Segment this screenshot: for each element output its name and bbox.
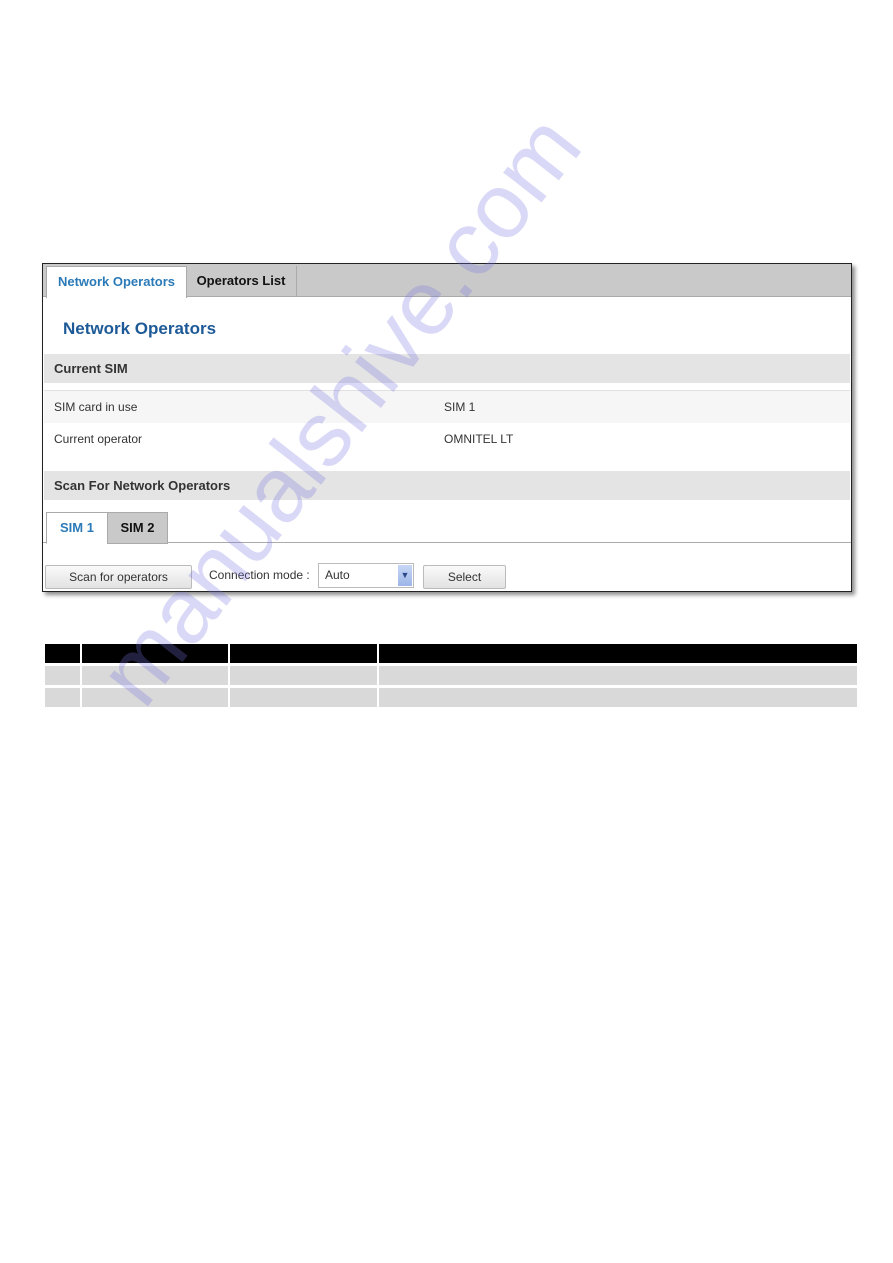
table-row (45, 666, 859, 688)
table-header-cell (230, 644, 379, 666)
page-title: Network Operators (63, 319, 217, 338)
table-cell (45, 666, 82, 688)
current-operator-value: OMNITEL LT (444, 432, 514, 446)
table-cell (82, 666, 230, 688)
table-row (45, 688, 859, 710)
connection-mode-select[interactable]: Auto ▼ (318, 563, 414, 588)
connection-mode-value: Auto (325, 568, 350, 582)
table-cell (379, 688, 859, 710)
table-header-cell (82, 644, 230, 666)
table-header-row (45, 644, 859, 666)
top-tab-bar: Network Operators Operators List (43, 264, 851, 298)
table-header-cell (45, 644, 82, 666)
current-operator-label: Current operator (54, 432, 143, 446)
tab-network-operators[interactable]: Network Operators (46, 266, 187, 298)
section-current-sim: Current SIM (44, 354, 850, 383)
tab-sim-2[interactable]: SIM 2 (107, 512, 168, 544)
table-cell (230, 666, 379, 688)
table-header-cell (379, 644, 859, 666)
section-scan: Scan For Network Operators (44, 471, 850, 500)
sim-card-row: SIM card in use SIM 1 (44, 390, 850, 423)
chevron-down-icon[interactable]: ▼ (398, 565, 412, 586)
sim-card-label: SIM card in use (54, 400, 138, 414)
current-operator-row: Current operator OMNITEL LT (44, 423, 850, 455)
table-cell (45, 688, 82, 710)
connection-mode-label: Connection mode : (209, 568, 310, 582)
select-button[interactable]: Select (423, 565, 506, 589)
sim-card-value: SIM 1 (444, 400, 476, 414)
empty-table (45, 644, 859, 710)
sim-tab-bar: SIM 1 SIM 2 (43, 512, 851, 544)
table-cell (82, 688, 230, 710)
tab-operators-list[interactable]: Operators List (186, 266, 297, 296)
table-cell (379, 666, 859, 688)
table-cell (230, 688, 379, 710)
scan-for-operators-button[interactable]: Scan for operators (45, 565, 192, 589)
document-page: Network Operators Operators List Network… (0, 0, 893, 1263)
tab-sim-1[interactable]: SIM 1 (46, 512, 108, 544)
router-ui-screenshot: Network Operators Operators List Network… (42, 263, 852, 592)
